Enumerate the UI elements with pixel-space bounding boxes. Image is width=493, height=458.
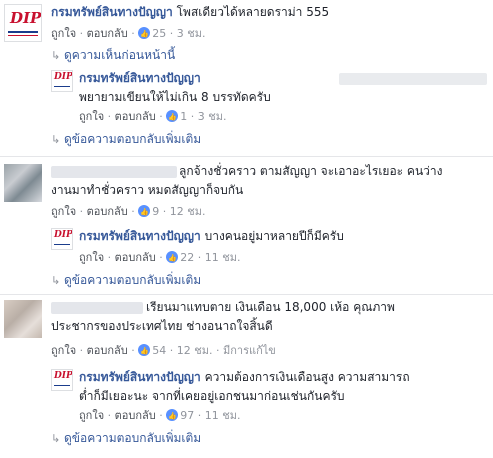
author-name-redacted	[51, 166, 177, 178]
reply-body: กรมทรัพย์สินทางปัญญา ความต้องการเงินเดือ…	[79, 369, 410, 386]
reply-arrow-icon: ↳	[51, 49, 61, 62]
like-count[interactable]: 25	[152, 27, 166, 40]
comment-author[interactable]: กรมทรัพย์สินทางปัญญา	[51, 5, 173, 19]
like-link[interactable]: ถูกใจ	[79, 110, 104, 123]
like-icon	[166, 110, 179, 124]
tagged-name-redacted	[339, 73, 487, 85]
comment-text: โพสเดียวได้หลายดราม่า 555	[176, 5, 330, 19]
like-link[interactable]: ถูกใจ	[79, 409, 104, 422]
comment-avatar-redacted[interactable]	[4, 300, 42, 338]
reply-actions: ถูกใจ · ตอบกลับ · 97 · 11 ชม.	[79, 409, 240, 423]
comment-text: เรียนมาแทบตาย เงินเดือน 18,000 เห้อ คุณภ…	[146, 300, 395, 314]
reply-link[interactable]: ตอบกลับ	[115, 251, 156, 264]
like-link[interactable]: ถูกใจ	[79, 251, 104, 264]
reply-author[interactable]: กรมทรัพย์สินทางปัญญา	[79, 229, 201, 243]
like-icon	[138, 205, 151, 219]
author-name-redacted	[51, 302, 143, 314]
timestamp[interactable]: 3 ชม.	[177, 27, 206, 40]
like-count[interactable]: 97	[180, 409, 194, 422]
reply-text: บางคนอยู่มาหลายปีก็มีครับ	[204, 229, 344, 243]
comment-text: ลูกจ้างชั่วคราว ตามสัญญา จะเอาอะไรเยอะ ค…	[179, 164, 443, 178]
reply-avatar-dip[interactable]: DIP	[51, 70, 73, 92]
reply-arrow-icon: ↳	[51, 432, 61, 445]
timestamp[interactable]: 12 ชม.	[170, 205, 206, 218]
comment-avatar-dip[interactable]: DIP	[4, 4, 42, 42]
like-count[interactable]: 54	[152, 344, 166, 357]
dip-logo: DIP	[54, 371, 73, 381]
like-icon	[138, 27, 151, 41]
timestamp[interactable]: 11 ชม.	[205, 251, 241, 264]
reply-actions: ถูกใจ · ตอบกลับ · 1 · 3 ชม.	[79, 110, 226, 124]
reply-author[interactable]: กรมทรัพย์สินทางปัญญา	[79, 71, 201, 85]
reply-body: กรมทรัพย์สินทางปัญญา	[79, 70, 487, 87]
like-icon	[166, 251, 179, 265]
reply-arrow-icon: ↳	[51, 133, 61, 146]
timestamp[interactable]: 12 ชม.	[177, 344, 213, 357]
more-replies-link[interactable]: ↳ ดูข้อความตอบกลับเพิ่มเติม	[51, 273, 201, 287]
divider	[0, 156, 493, 157]
divider	[0, 294, 493, 295]
like-link[interactable]: ถูกใจ	[51, 27, 76, 40]
more-replies-link[interactable]: ↳ ดูข้อความตอบกลับเพิ่มเติม	[51, 132, 201, 146]
view-previous-link[interactable]: ↳ ดูความเห็นก่อนหน้านี้	[51, 48, 175, 62]
comment-actions: ถูกใจ · ตอบกลับ · 25 · 3 ชม.	[51, 27, 205, 41]
like-link[interactable]: ถูกใจ	[51, 205, 76, 218]
reply-author[interactable]: กรมทรัพย์สินทางปัญญา	[79, 370, 201, 384]
reply-body: กรมทรัพย์สินทางปัญญา บางคนอยู่มาหลายปีก็…	[79, 228, 344, 245]
reply-actions: ถูกใจ · ตอบกลับ · 22 · 11 ชม.	[79, 251, 240, 265]
comment-body: กรมทรัพย์สินทางปัญญา โพสเดียวได้หลายดราม…	[51, 4, 329, 21]
reply-link[interactable]: ตอบกลับ	[87, 344, 128, 357]
dip-logo: DIP	[54, 230, 73, 240]
comment-avatar-redacted[interactable]	[4, 164, 42, 202]
comment-actions: ถูกใจ · ตอบกลับ · 54 · 12 ชม. · มีการแก้…	[51, 344, 276, 358]
timestamp[interactable]: 11 ชม.	[205, 409, 241, 422]
reply-link[interactable]: ตอบกลับ	[87, 27, 128, 40]
edited-label[interactable]: มีการแก้ไข	[223, 344, 276, 357]
reply-avatar-dip[interactable]: DIP	[51, 228, 73, 250]
like-count[interactable]: 1	[180, 110, 187, 123]
comment-text-line2: ประชากรของประเทศไทย ช่างอนาถใจสิ้นดี	[51, 319, 273, 333]
reply-link[interactable]: ตอบกลับ	[87, 205, 128, 218]
timestamp[interactable]: 3 ชม.	[198, 110, 227, 123]
reply-text: พยายามเขียนให้ไม่เกิน 8 บรรทัดครับ	[79, 90, 271, 104]
like-count[interactable]: 22	[180, 251, 194, 264]
comment-text-line2: งานมาทำชั่วคราว หมดสัญญาก็จบกัน	[51, 183, 244, 197]
like-link[interactable]: ถูกใจ	[51, 344, 76, 357]
like-count[interactable]: 9	[152, 205, 159, 218]
reply-text: ความต้องการเงินเดือนสูง ความสามารถ	[204, 370, 410, 384]
reply-avatar-dip[interactable]: DIP	[51, 369, 73, 391]
like-icon	[166, 409, 179, 423]
reply-arrow-icon: ↳	[51, 274, 61, 287]
reply-text-line2: ต่ำก็มีเยอะนะ จากที่เคยอยู่เอกชนมาก่อนเช…	[79, 389, 345, 403]
reply-link[interactable]: ตอบกลับ	[115, 409, 156, 422]
dip-logo: DIP	[10, 9, 42, 27]
dip-logo: DIP	[54, 72, 73, 82]
more-replies-link[interactable]: ↳ ดูข้อความตอบกลับเพิ่มเติม	[51, 431, 201, 445]
comment-actions: ถูกใจ · ตอบกลับ · 9 · 12 ชม.	[51, 205, 205, 219]
reply-link[interactable]: ตอบกลับ	[115, 110, 156, 123]
like-icon	[138, 344, 151, 358]
